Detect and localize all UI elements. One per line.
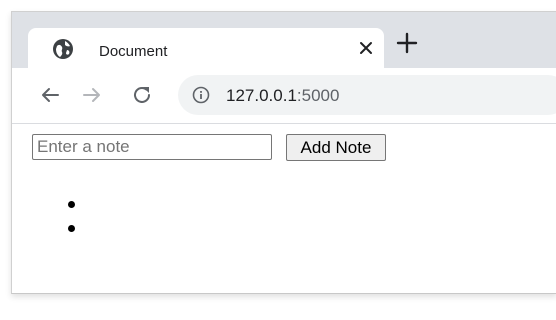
tab-strip: Document bbox=[12, 12, 556, 68]
add-note-button[interactable]: Add Note bbox=[286, 134, 386, 161]
list-item bbox=[68, 218, 268, 242]
reload-icon[interactable] bbox=[130, 83, 154, 107]
tab-title: Document bbox=[99, 43, 168, 60]
arrow-right-icon[interactable] bbox=[80, 83, 104, 107]
url-text: 127.0.0.1:5000 bbox=[226, 86, 339, 106]
page-content: Add Note bbox=[12, 124, 556, 293]
arrow-left-icon[interactable] bbox=[38, 83, 62, 107]
notes-list bbox=[68, 194, 268, 242]
address-bar[interactable]: 127.0.0.1:5000 bbox=[178, 75, 556, 115]
globe-icon bbox=[53, 39, 73, 59]
list-item bbox=[68, 194, 268, 218]
plus-icon[interactable] bbox=[394, 30, 420, 56]
close-icon[interactable] bbox=[356, 38, 376, 58]
browser-window: Document 127.0.0.1:5000 Enter a note Add… bbox=[11, 11, 556, 294]
browser-toolbar: 127.0.0.1:5000 bbox=[12, 68, 556, 124]
info-icon[interactable] bbox=[192, 86, 210, 104]
tab-document[interactable]: Document bbox=[28, 28, 384, 68]
url-port: :5000 bbox=[296, 86, 340, 105]
url-host: 127.0.0.1 bbox=[226, 86, 297, 105]
note-input[interactable] bbox=[32, 134, 272, 160]
